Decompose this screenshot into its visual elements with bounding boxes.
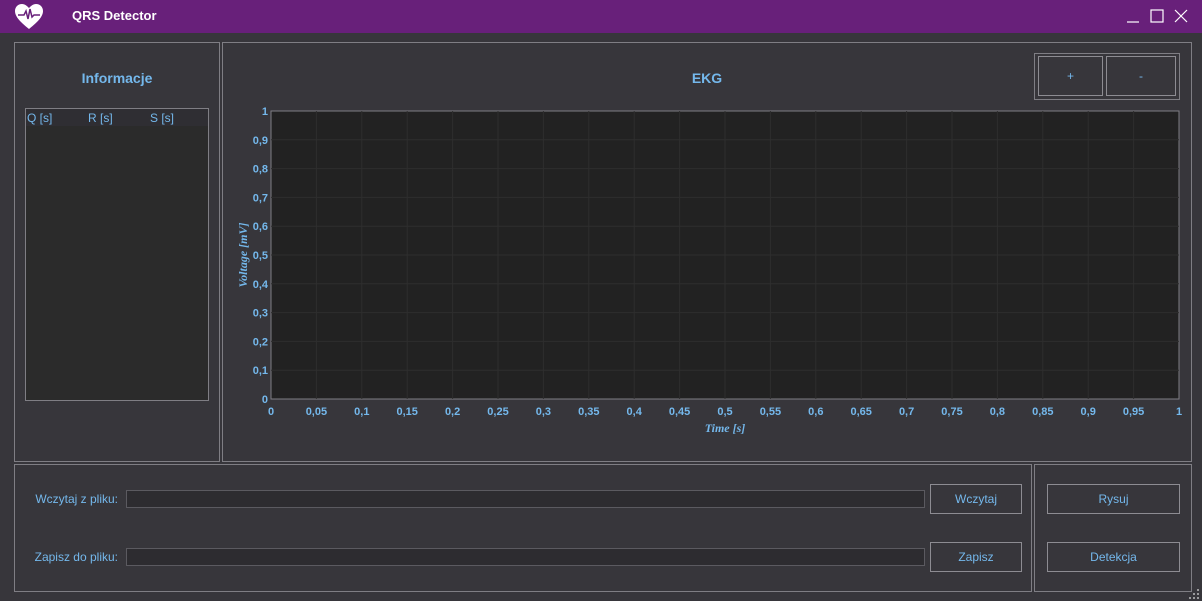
qrs-table[interactable]: Q [s] R [s] S [s] [25, 108, 209, 401]
x-axis-label: Time [s] [705, 421, 746, 435]
x-tick-label: 0,8 [990, 406, 1005, 418]
y-tick-label: 0,9 [253, 135, 268, 147]
load-file-input[interactable] [126, 490, 925, 508]
x-tick-labels: 0 0,05 0,1 0,15 0,2 0,25 0,3 0,35 0,4 0,45 0,5 0,55… [268, 406, 1182, 418]
x-tick-label: 0,2 [445, 406, 460, 418]
close-icon[interactable] [1172, 7, 1190, 25]
x-tick-label: 1 [1176, 406, 1182, 418]
column-s[interactable]: S [s] [150, 111, 174, 125]
file-panel [14, 464, 1032, 592]
detect-button[interactable]: Detekcja [1047, 542, 1180, 572]
maximize-icon[interactable] [1148, 7, 1166, 25]
y-tick-label: 0,3 [253, 308, 268, 320]
x-tick-label: 0,75 [941, 406, 962, 418]
load-button[interactable]: Wczytaj [930, 484, 1022, 514]
column-r[interactable]: R [s] [88, 111, 113, 125]
title-bar[interactable]: QRS Detector [0, 0, 1202, 33]
y-tick-label: 0,2 [253, 336, 268, 348]
y-tick-label: 0 [262, 394, 268, 406]
y-tick-label: 0,8 [253, 164, 268, 176]
x-tick-label: 0,65 [850, 406, 871, 418]
x-tick-label: 0,95 [1123, 406, 1144, 418]
x-tick-label: 0,9 [1081, 406, 1096, 418]
y-axis-label: Voltage [mV] [236, 222, 250, 287]
y-tick-label: 0,7 [253, 192, 268, 204]
draw-button[interactable]: Rysuj [1047, 484, 1180, 514]
y-tick-labels: 0 0,1 0,2 0,3 0,4 0,5 0,6 0,7 0,8 0,9 1 [253, 106, 269, 406]
x-tick-label: 0,35 [578, 406, 599, 418]
info-panel-title: Informacje [81, 70, 153, 86]
x-tick-label: 0,5 [717, 406, 732, 418]
save-file-input[interactable] [126, 548, 925, 566]
y-tick-label: 1 [262, 106, 268, 118]
x-tick-label: 0,45 [669, 406, 690, 418]
y-tick-label: 0,5 [253, 250, 268, 262]
x-tick-label: 0,6 [808, 406, 823, 418]
x-tick-label: 0,4 [627, 406, 643, 418]
y-tick-label: 0,6 [253, 221, 268, 233]
qrs-table-header: Q [s] R [s] S [s] [26, 109, 208, 126]
zoom-in-button[interactable]: + [1038, 56, 1103, 96]
y-tick-label: 0,1 [253, 365, 268, 377]
column-q[interactable]: Q [s] [27, 111, 52, 125]
x-tick-label: 0,85 [1032, 406, 1053, 418]
x-tick-label: 0 [268, 406, 274, 418]
zoom-out-button[interactable]: - [1106, 56, 1176, 96]
x-tick-label: 0,55 [760, 406, 781, 418]
resize-grip-icon[interactable] [1188, 588, 1200, 600]
x-tick-label: 0,1 [354, 406, 369, 418]
x-tick-label: 0,15 [396, 406, 417, 418]
ekg-chart[interactable]: 0 0,05 0,1 0,15 0,2 0,25 0,3 0,35 0,4 0,45 0,5 0,55… [222, 100, 1192, 445]
load-file-label: Wczytaj z pliku: [35, 492, 118, 506]
x-tick-label: 0,05 [306, 406, 327, 418]
minimize-icon[interactable] [1124, 7, 1142, 25]
y-tick-label: 0,4 [253, 279, 269, 291]
heart-pulse-icon [15, 4, 43, 29]
save-file-label: Zapisz do pliku: [34, 550, 118, 564]
window-title: QRS Detector [72, 8, 157, 23]
x-tick-label: 0,3 [536, 406, 551, 418]
save-button[interactable]: Zapisz [930, 542, 1022, 572]
x-tick-label: 0,7 [899, 406, 914, 418]
x-tick-label: 0,25 [487, 406, 508, 418]
grid-lines [271, 111, 1179, 399]
